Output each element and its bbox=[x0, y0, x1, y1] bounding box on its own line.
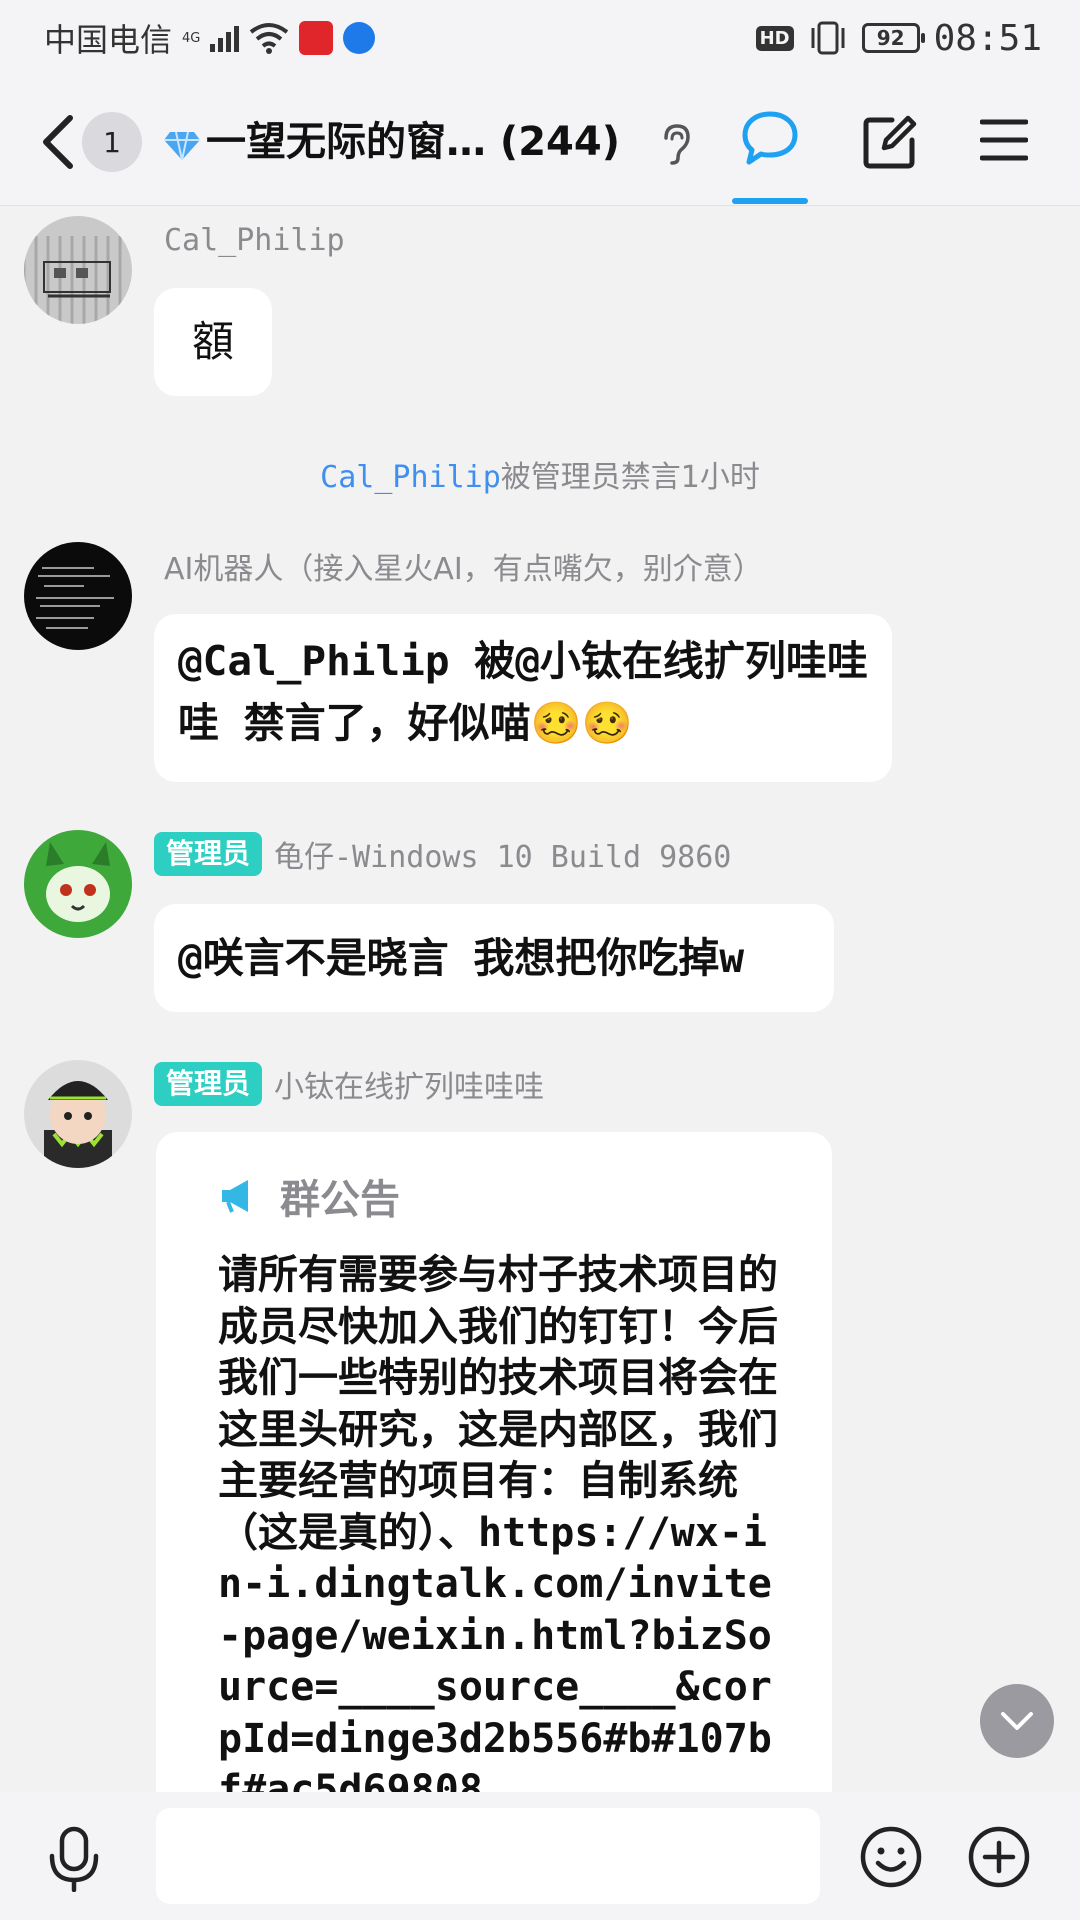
unread-count-badge[interactable]: 1 bbox=[82, 112, 142, 172]
tab-chat[interactable] bbox=[732, 76, 808, 206]
microphone-icon[interactable] bbox=[48, 1826, 100, 1892]
sender-line: 管理员 龟仔-Windows 10 Build 9860 bbox=[154, 832, 731, 876]
network-type: 4G bbox=[182, 30, 201, 46]
input-bar bbox=[0, 1792, 1080, 1920]
diamond-icon bbox=[164, 131, 200, 161]
message-text: @Cal_Philip 被@小钛在线扩列哇哇哇 禁言了，好似喵🥴🥴 bbox=[178, 637, 868, 747]
avatar[interactable] bbox=[24, 216, 132, 324]
emoji-icon[interactable] bbox=[860, 1826, 922, 1888]
message-bubble[interactable]: @Cal_Philip 被@小钛在线扩列哇哇哇 禁言了，好似喵🥴🥴 bbox=[154, 614, 892, 782]
menu-icon[interactable] bbox=[980, 118, 1028, 162]
system-notice: Cal_Philip被管理员禁言1小时 bbox=[0, 452, 1080, 496]
carrier-label: 中国电信 bbox=[44, 21, 173, 59]
admin-badge: 管理员 bbox=[154, 1062, 263, 1106]
vibrate-icon bbox=[811, 21, 845, 55]
sender-line: 管理员 小钛在线扩列哇哇哇 bbox=[154, 1062, 544, 1106]
edit-icon[interactable] bbox=[862, 114, 918, 170]
plus-icon[interactable] bbox=[968, 1826, 1030, 1888]
message-input[interactable] bbox=[156, 1808, 820, 1904]
sender-name: AI机器人（接入星火AI，有点嘴欠，别介意） bbox=[164, 552, 763, 587]
announcement-header: 群公告 bbox=[218, 1168, 400, 1224]
sender-name: 龟仔-Windows 10 Build 9860 bbox=[274, 840, 732, 875]
system-notice-text: 被管理员禁言1小时 bbox=[500, 460, 760, 495]
chat-bubble-icon bbox=[742, 111, 798, 165]
group-title[interactable]: 一望无际的窗… (244) bbox=[206, 112, 656, 172]
announcement-card[interactable]: 群公告 请所有需要参与村子技术项目的成员尽快加入我们的钉钉！今后我们一些特别的技… bbox=[156, 1132, 832, 1792]
chat-header: 1 一望无际的窗… (244) bbox=[0, 76, 1080, 206]
browser-app-icon bbox=[343, 22, 376, 54]
message-bubble[interactable]: @咲言不是晓言 我想把你吃掉w bbox=[154, 904, 834, 1012]
status-right: HD 92 08:51 bbox=[755, 14, 1042, 62]
megaphone-icon bbox=[222, 1180, 248, 1213]
signal-icon bbox=[210, 24, 240, 52]
message-bubble[interactable]: 額 bbox=[154, 288, 272, 396]
hd-icon: HD bbox=[755, 25, 794, 51]
sender-name: Cal_Philip bbox=[164, 222, 345, 258]
battery-level: 92 bbox=[876, 26, 905, 50]
scroll-to-bottom-button[interactable] bbox=[980, 1684, 1054, 1758]
announcement-title: 群公告 bbox=[280, 1177, 400, 1223]
back-arrow-icon[interactable] bbox=[36, 112, 80, 172]
muted-user-link[interactable]: Cal_Philip bbox=[320, 460, 501, 495]
sender-name: 小钛在线扩列哇哇哇 bbox=[274, 1070, 545, 1105]
message-text: 額 bbox=[191, 317, 234, 366]
status-bar: 中国电信 4G HD 92 08:51 bbox=[0, 0, 1080, 76]
notification-app-icon bbox=[299, 21, 334, 55]
chevron-down-icon bbox=[1001, 1712, 1033, 1730]
avatar[interactable] bbox=[24, 1060, 132, 1168]
clock: 08:51 bbox=[933, 17, 1042, 59]
avatar[interactable] bbox=[24, 830, 132, 938]
wifi-icon bbox=[250, 23, 289, 54]
avatar[interactable] bbox=[24, 542, 132, 650]
ear-icon[interactable] bbox=[658, 122, 694, 166]
battery-icon: 92 bbox=[861, 23, 925, 53]
sender-line: Cal_Philip bbox=[164, 218, 345, 262]
announcement-body: 请所有需要参与村子技术项目的成员尽快加入我们的钉钉！今后我们一些特别的技术项目将… bbox=[218, 1252, 778, 1792]
message-text: @咲言不是晓言 我想把你吃掉w bbox=[178, 934, 745, 982]
status-left: 中国电信 4G bbox=[44, 14, 376, 62]
sender-line: AI机器人（接入星火AI，有点嘴欠，别介意） bbox=[164, 544, 763, 588]
admin-badge: 管理员 bbox=[154, 832, 263, 876]
active-tab-indicator bbox=[732, 198, 808, 204]
